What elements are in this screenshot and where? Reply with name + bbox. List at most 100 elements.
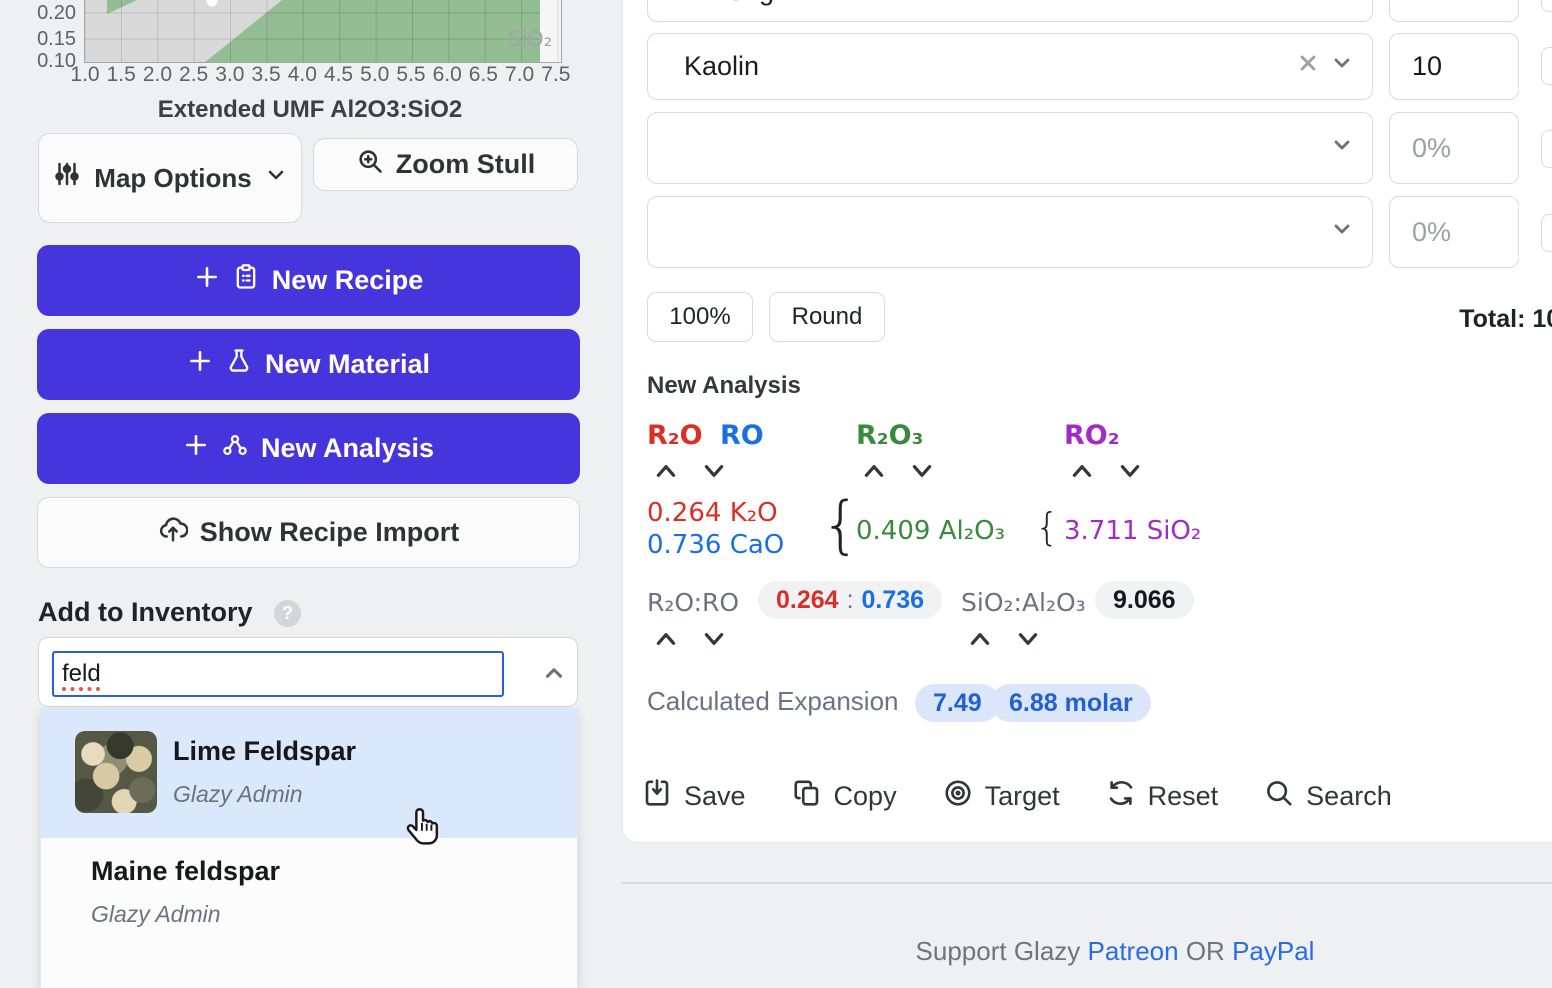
search-label: Search bbox=[1306, 781, 1392, 812]
sliders-icon bbox=[52, 159, 82, 197]
molecule-icon bbox=[221, 431, 249, 466]
inventory-search-combobox[interactable]: feld bbox=[38, 637, 578, 707]
save-label: Save bbox=[684, 781, 746, 812]
increment-icon[interactable] bbox=[967, 628, 993, 655]
copy-label: Copy bbox=[834, 781, 897, 812]
decrement-icon[interactable] bbox=[1015, 628, 1041, 655]
ro-header: RO bbox=[720, 420, 764, 451]
x-tick-label: 6.0 bbox=[429, 63, 465, 87]
sio2-value: 3.711 SiO₂ bbox=[1064, 516, 1201, 546]
plus-icon bbox=[183, 432, 209, 465]
y-axis-tick: 0.20 bbox=[30, 2, 76, 25]
chart-title: Extended UMF Al2O3:SiO2 bbox=[0, 96, 620, 124]
chevron-up-icon[interactable] bbox=[541, 660, 567, 691]
r2o-header: R₂O bbox=[647, 420, 703, 451]
x-tick-label: 2.5 bbox=[176, 63, 212, 87]
ratio-left: 0.264 bbox=[776, 586, 839, 615]
new-analysis-button[interactable]: New Analysis bbox=[37, 413, 580, 484]
target-button[interactable]: Target bbox=[943, 778, 1060, 815]
clear-icon[interactable] bbox=[1296, 51, 1320, 82]
material-select-empty[interactable] bbox=[647, 196, 1373, 268]
decrement-icon[interactable] bbox=[1117, 460, 1143, 487]
inventory-search-input[interactable]: feld bbox=[52, 651, 504, 697]
ro2-header: RO₂ bbox=[1064, 420, 1120, 451]
sio2-al2o3-ratio-pill: 9.066 bbox=[1095, 581, 1194, 619]
x-tick-label: 5.5 bbox=[393, 63, 429, 87]
material-select-whiting[interactable]: Whiting bbox=[647, 0, 1373, 22]
material-select-kaolin[interactable]: Kaolin bbox=[647, 33, 1373, 100]
sio2-al2o3-ratio-label: SiO₂:Al₂O₃ bbox=[961, 588, 1086, 617]
paypal-link[interactable]: PayPal bbox=[1232, 936, 1314, 966]
x-tick-label: 3.0 bbox=[212, 63, 248, 87]
show-recipe-import-button[interactable]: Show Recipe Import bbox=[37, 497, 580, 568]
result-author: Glazy Admin bbox=[91, 901, 280, 928]
copy-button[interactable]: Copy bbox=[792, 778, 897, 815]
increment-icon[interactable] bbox=[861, 460, 887, 487]
x-axis-ticks: 1.01.52.02.53.03.54.04.55.05.56.06.57.07… bbox=[67, 63, 574, 87]
amount-input-kaolin[interactable]: 10 bbox=[1389, 33, 1519, 100]
save-button[interactable]: Save bbox=[642, 778, 746, 815]
round-button[interactable]: Round bbox=[769, 292, 885, 342]
chevron-down-icon[interactable] bbox=[1330, 51, 1354, 82]
result-name: Lime Feldspar bbox=[173, 736, 356, 767]
stull-chart-plot: SiO₂ bbox=[84, 0, 562, 63]
al2o3-value: 0.409 Al₂O₃ bbox=[856, 516, 1005, 546]
result-name: Maine feldspar bbox=[91, 856, 280, 887]
inventory-search-results: Lime Feldspar Glazy Admin Maine feldspar… bbox=[40, 708, 578, 988]
hand-cursor bbox=[402, 806, 444, 857]
new-analysis-heading: New Analysis bbox=[647, 372, 801, 400]
result-item-maine-feldspar[interactable]: Maine feldspar Glazy Admin bbox=[41, 838, 577, 988]
amount-input-whiting[interactable] bbox=[1389, 0, 1519, 22]
amount-input-empty[interactable]: 0% bbox=[1389, 112, 1519, 184]
new-material-label: New Material bbox=[265, 349, 430, 380]
target-icon bbox=[943, 778, 973, 815]
subtotal-box-stub bbox=[1541, 214, 1552, 252]
decrement-icon[interactable] bbox=[909, 460, 935, 487]
zoom-stull-button[interactable]: Zoom Stull bbox=[313, 138, 578, 191]
material-select-empty[interactable] bbox=[647, 112, 1373, 184]
sio2-region-label: SiO₂ bbox=[508, 27, 552, 51]
normalize-100-button[interactable]: 100% bbox=[647, 292, 753, 342]
result-item-lime-feldspar[interactable]: Lime Feldspar Glazy Admin bbox=[41, 708, 577, 838]
map-options-button[interactable]: Map Options bbox=[38, 133, 302, 223]
material-name: Whiting bbox=[684, 0, 774, 7]
amount-input-empty[interactable]: 0% bbox=[1389, 196, 1519, 268]
cao-value: 0.736 CaO bbox=[647, 530, 784, 560]
new-material-button[interactable]: New Material bbox=[37, 329, 580, 400]
add-to-inventory-heading: Add to Inventory ? bbox=[38, 597, 301, 628]
increment-icon[interactable] bbox=[653, 460, 679, 487]
result-author: Glazy Admin bbox=[173, 781, 356, 808]
patreon-link[interactable]: Patreon bbox=[1088, 936, 1179, 966]
support-footer: Support Glazy Patreon OR PayPal bbox=[622, 936, 1552, 967]
k2o-value: 0.264 K₂O bbox=[647, 498, 778, 528]
decrement-icon[interactable] bbox=[701, 628, 727, 655]
plus-icon bbox=[194, 264, 220, 297]
new-analysis-label: New Analysis bbox=[261, 433, 434, 464]
total-label: Total: 100. bbox=[1459, 305, 1552, 334]
target-label: Target bbox=[985, 781, 1060, 812]
decrement-icon[interactable] bbox=[701, 460, 727, 487]
x-tick-label: 6.5 bbox=[465, 63, 501, 87]
stull-chart[interactable]: 0.20 0.15 0.10 SiO₂ 1.01.52.02.53.03.54.… bbox=[0, 0, 620, 92]
r2o-ro-ratio-pill: 0.264 : 0.736 bbox=[758, 581, 942, 619]
chevron-down-icon[interactable] bbox=[1330, 217, 1354, 248]
material-thumbnail bbox=[75, 731, 157, 813]
increment-icon[interactable] bbox=[1069, 460, 1095, 487]
new-recipe-button[interactable]: New Recipe bbox=[37, 245, 580, 316]
recipe-action-bar: Save Copy Target bbox=[642, 778, 1392, 815]
new-recipe-label: New Recipe bbox=[272, 265, 424, 296]
clipboard-icon bbox=[232, 263, 260, 298]
r2o-ro-ratio-label: R₂O:RO bbox=[647, 588, 739, 617]
help-icon[interactable]: ? bbox=[274, 600, 301, 627]
subtotal-box-stub bbox=[1541, 130, 1552, 168]
copy-icon bbox=[792, 778, 822, 815]
chevron-down-icon[interactable] bbox=[1330, 133, 1354, 164]
increment-icon[interactable] bbox=[653, 628, 679, 655]
reset-icon bbox=[1106, 778, 1136, 815]
search-button[interactable]: Search bbox=[1264, 778, 1392, 815]
amount-value: 10 bbox=[1412, 51, 1442, 82]
reset-button[interactable]: Reset bbox=[1106, 778, 1219, 815]
support-text: Support Glazy bbox=[916, 936, 1081, 966]
material-name: Kaolin bbox=[684, 51, 759, 82]
amount-placeholder: 0% bbox=[1412, 133, 1451, 164]
